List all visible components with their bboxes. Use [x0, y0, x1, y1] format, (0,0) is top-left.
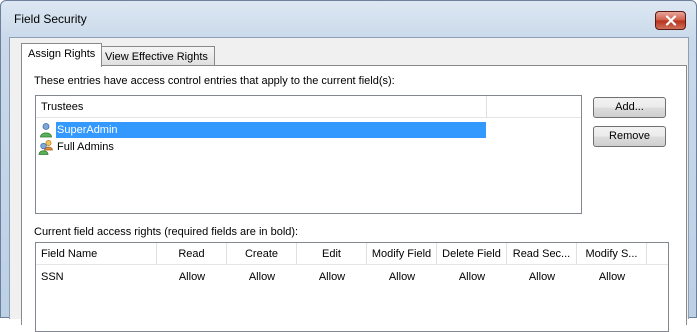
column-header-trustees[interactable]: Trustees [36, 96, 487, 118]
field-security-dialog: Field Security Assign Rights View Effect… [0, 0, 697, 332]
trustee-label: Full Admins [57, 141, 114, 153]
column-header-modify-field[interactable]: Modify Field [367, 243, 437, 265]
trustee-label: SuperAdmin [56, 122, 486, 138]
dialog-client-area: Assign Rights View Effective Rights Thes… [9, 37, 689, 332]
user-icon [38, 122, 54, 138]
cell-read-security: Allow [528, 271, 556, 283]
title-bar[interactable]: Field Security [1, 1, 696, 31]
user-group-icon [38, 139, 54, 155]
tab-assign-rights[interactable]: Assign Rights [21, 43, 103, 67]
cell-create: Allow [248, 271, 276, 283]
cell-read: Allow [178, 271, 206, 283]
trustees-header: Trustees [36, 96, 581, 118]
column-header-read[interactable]: Read [157, 243, 227, 265]
assign-rights-panel: These entries have access control entrie… [21, 65, 687, 332]
trustees-list[interactable]: Trustees SuperAdmin Full Admins [35, 95, 582, 214]
add-button[interactable]: Add... [593, 97, 666, 118]
rights-caption: Current field access rights (required fi… [34, 226, 299, 238]
column-header-edit[interactable]: Edit [297, 243, 367, 265]
rights-header: Field Name Read Create Edit Modify Field… [36, 243, 668, 265]
close-icon [665, 15, 676, 26]
column-header-read-security[interactable]: Read Sec... [507, 243, 577, 265]
cell-modify-field: Allow [388, 271, 416, 283]
table-row[interactable]: SSN Allow Allow Allow Allow Allow Allow … [36, 268, 668, 286]
trustee-item-superadmin[interactable]: SuperAdmin [38, 122, 486, 138]
cell-modify-security: Allow [598, 271, 626, 283]
trustees-caption: These entries have access control entrie… [34, 75, 395, 87]
cell-delete-field: Allow [458, 271, 486, 283]
window-title: Field Security [14, 12, 87, 26]
column-header-modify-security[interactable]: Modify S... [577, 243, 647, 265]
column-header-field-name[interactable]: Field Name [36, 243, 157, 265]
field-rights-list[interactable]: Field Name Read Create Edit Modify Field… [35, 242, 669, 332]
close-button[interactable] [655, 11, 686, 30]
trustee-item-full-admins[interactable]: Full Admins [38, 139, 114, 155]
cell-edit: Allow [318, 271, 346, 283]
remove-button[interactable]: Remove [593, 126, 666, 147]
cell-field-name: SSN [41, 271, 64, 283]
column-header-delete-field[interactable]: Delete Field [437, 243, 507, 265]
column-header-create[interactable]: Create [227, 243, 297, 265]
